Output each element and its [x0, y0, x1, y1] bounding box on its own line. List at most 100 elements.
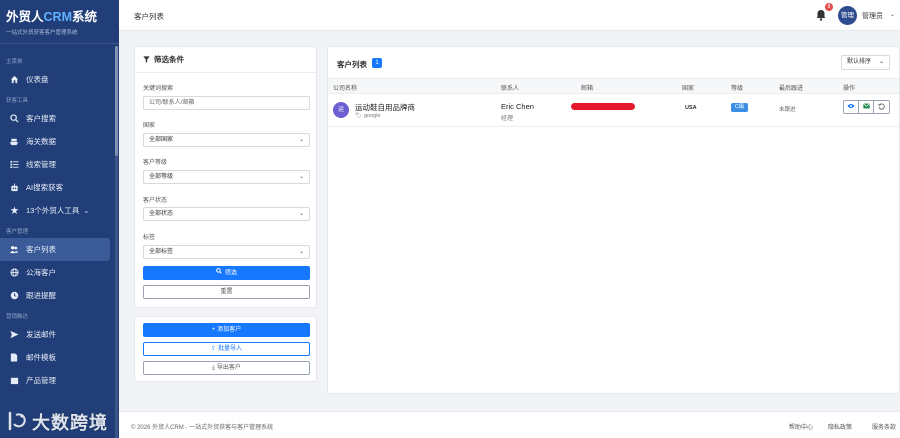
- user-name[interactable]: 管理员: [862, 11, 883, 21]
- notification-badge: 8: [825, 3, 833, 11]
- sidebar-item-label: 客户列表: [26, 245, 56, 254]
- keyword-label: 关键词搜索: [143, 86, 174, 92]
- export-button[interactable]: ⤓ 导出客户: [143, 361, 310, 375]
- sidebar-item-label: 线索管理: [26, 160, 56, 169]
- sidebar-item-label: 13个外贸人工具: [26, 206, 80, 215]
- section-label-customers: 客户管理: [6, 229, 29, 235]
- bulk-import-button[interactable]: ⇪ 批量导入: [143, 342, 310, 356]
- sidebar-item-tools[interactable]: 13个外贸人工具 ⌄: [0, 199, 119, 222]
- customer-list-panel: 客户列表 1 默认排序 ⌄ 公司名称 联系人 邮箱 国家 等级 最后跟进 操作 运…: [327, 46, 900, 394]
- footer-link-terms[interactable]: 服务条款: [872, 422, 896, 431]
- col-contact[interactable]: 联系人: [501, 83, 519, 92]
- tag-select[interactable]: 全部标签 ⌄: [143, 245, 310, 259]
- sidebar-item-label: 发送邮件: [26, 330, 56, 339]
- section-label-marketing: 营销触达: [6, 314, 29, 320]
- chevron-down-icon: ⌄: [298, 137, 304, 143]
- col-last-followup[interactable]: 最后跟进: [779, 83, 803, 92]
- tag-icon: 🏷: [355, 113, 362, 119]
- col-country[interactable]: 国家: [682, 83, 694, 92]
- sidebar-item-customer-search[interactable]: 客户搜索: [0, 107, 119, 130]
- top-header: 客户列表 8 管理 管理员 ⌄: [119, 0, 900, 31]
- filter-panel: 筛选条件 关键词搜索 公司/联系人/邮箱 国家 全部国家 ⌄ 客户等级 全部等级 ⌄…: [134, 46, 317, 308]
- email-redaction: [571, 103, 635, 110]
- col-email[interactable]: 邮箱: [581, 83, 593, 92]
- sidebar-item-customer-list[interactable]: 客户列表: [0, 238, 110, 261]
- sidebar-item-products[interactable]: 产品管理: [0, 369, 119, 392]
- country: USA: [685, 105, 697, 111]
- chevron-down-icon: ⌄: [298, 211, 304, 217]
- chevron-down-icon[interactable]: ⌄: [890, 11, 895, 18]
- search-icon: [9, 114, 19, 124]
- chevron-down-icon: ⌄: [298, 174, 304, 180]
- sidebar-item-label: 客户搜索: [26, 114, 56, 123]
- sidebar-item-customs-data[interactable]: 海关数据: [0, 130, 119, 153]
- watermark-logo: [6, 410, 28, 434]
- sidebar-item-email-templates[interactable]: 邮件模板: [0, 346, 119, 369]
- sidebar-item-label: 邮件模板: [26, 353, 56, 362]
- eye-icon: [847, 103, 855, 111]
- chevron-down-icon: ⌄: [878, 59, 884, 65]
- sidebar-item-leads[interactable]: 线索管理: [0, 153, 119, 176]
- status-select[interactable]: 全部状态 ⌄: [143, 207, 310, 221]
- chevron-down-icon: ⌄: [298, 249, 304, 255]
- avatar[interactable]: 管理: [838, 6, 857, 25]
- section-label-main: 主菜单: [6, 59, 23, 65]
- watermark-text: 大数跨境: [32, 413, 108, 433]
- sidebar-item-label: 跟进提醒: [26, 291, 56, 300]
- company-name[interactable]: 运动鞋自用品牌商: [355, 102, 415, 113]
- grade-select[interactable]: 全部等级 ⌄: [143, 170, 310, 184]
- sidebar: 外贸人CRM系统 一站式外贸获客客户管理系统 主菜单 仪表盘 获客工具 客户搜索…: [0, 0, 119, 438]
- watermark: 大数跨境: [6, 408, 108, 436]
- footer-link-privacy[interactable]: 隐私政策: [828, 422, 852, 431]
- sort-select[interactable]: 默认排序 ⌄: [841, 55, 890, 70]
- table-row[interactable]: 运 运动鞋自用品牌商 🏷 google Eric Chen 经理 USA C级 未…: [328, 94, 899, 127]
- col-company[interactable]: 公司名称: [333, 83, 357, 92]
- sidebar-item-send-email[interactable]: 发送邮件: [0, 323, 119, 346]
- globe-icon: [9, 268, 19, 278]
- last-followup: 未跟进: [779, 107, 796, 113]
- view-button[interactable]: [844, 101, 859, 113]
- footer: © 2026 外贸人CRM - 一站式外贸获客与客户管理系统 帮助中心 隐私政策…: [119, 411, 900, 438]
- bell-icon[interactable]: [816, 9, 826, 21]
- search-icon: [216, 266, 222, 280]
- grade-badge: C级: [731, 103, 748, 112]
- filter-button[interactable]: 筛选: [143, 266, 310, 280]
- sidebar-item-public-pool[interactable]: 公海客户: [0, 261, 119, 284]
- grade-label: 客户等级: [143, 160, 168, 166]
- brand-title: 外贸人CRM系统: [6, 10, 97, 24]
- sidebar-item-label: AI搜索获客: [26, 183, 64, 192]
- file-icon: [9, 353, 19, 363]
- row-actions: [843, 100, 890, 114]
- add-customer-button[interactable]: + 添加客户: [143, 323, 310, 337]
- chevron-down-icon: ⌄: [83, 207, 90, 215]
- status-label: 客户状态: [143, 198, 168, 204]
- box-icon: [9, 376, 19, 386]
- col-actions: 操作: [843, 86, 856, 92]
- sidebar-item-ai-search[interactable]: AI搜索获客: [0, 176, 119, 199]
- count-badge: 1: [372, 58, 382, 68]
- filter-panel-header: 筛选条件: [135, 47, 316, 73]
- keyword-search-input[interactable]: 公司/联系人/邮箱: [143, 96, 310, 110]
- sidebar-item-followup[interactable]: 跟进提醒: [0, 284, 119, 307]
- mail-icon: [862, 103, 870, 111]
- tools-icon: [9, 206, 19, 216]
- company-avatar: 运: [333, 102, 349, 118]
- country-select[interactable]: 全部国家 ⌄: [143, 133, 310, 147]
- brand: 外贸人CRM系统 一站式外贸获客客户管理系统: [0, 0, 119, 44]
- sidebar-item-label: 仪表盘: [26, 75, 49, 84]
- sidebar-scrollbar-thumb[interactable]: [115, 46, 118, 156]
- brand-subtitle: 一站式外贸获客客户管理系统: [6, 30, 78, 36]
- sidebar-item-dashboard[interactable]: 仪表盘: [0, 68, 119, 91]
- followup-button[interactable]: [874, 101, 889, 113]
- footer-link-help[interactable]: 帮助中心: [789, 422, 813, 431]
- page-title: 客户列表: [134, 12, 164, 21]
- reset-button[interactable]: 重置: [143, 285, 310, 299]
- col-grade[interactable]: 等级: [731, 83, 743, 92]
- sidebar-item-label: 产品管理: [26, 376, 56, 385]
- section-label-tools: 获客工具: [6, 98, 29, 104]
- email-button[interactable]: [859, 101, 874, 113]
- download-icon: ⤓: [212, 365, 215, 371]
- contact-role: 经理: [501, 116, 514, 122]
- mail-icon: [9, 330, 19, 340]
- robot-icon: [9, 183, 19, 193]
